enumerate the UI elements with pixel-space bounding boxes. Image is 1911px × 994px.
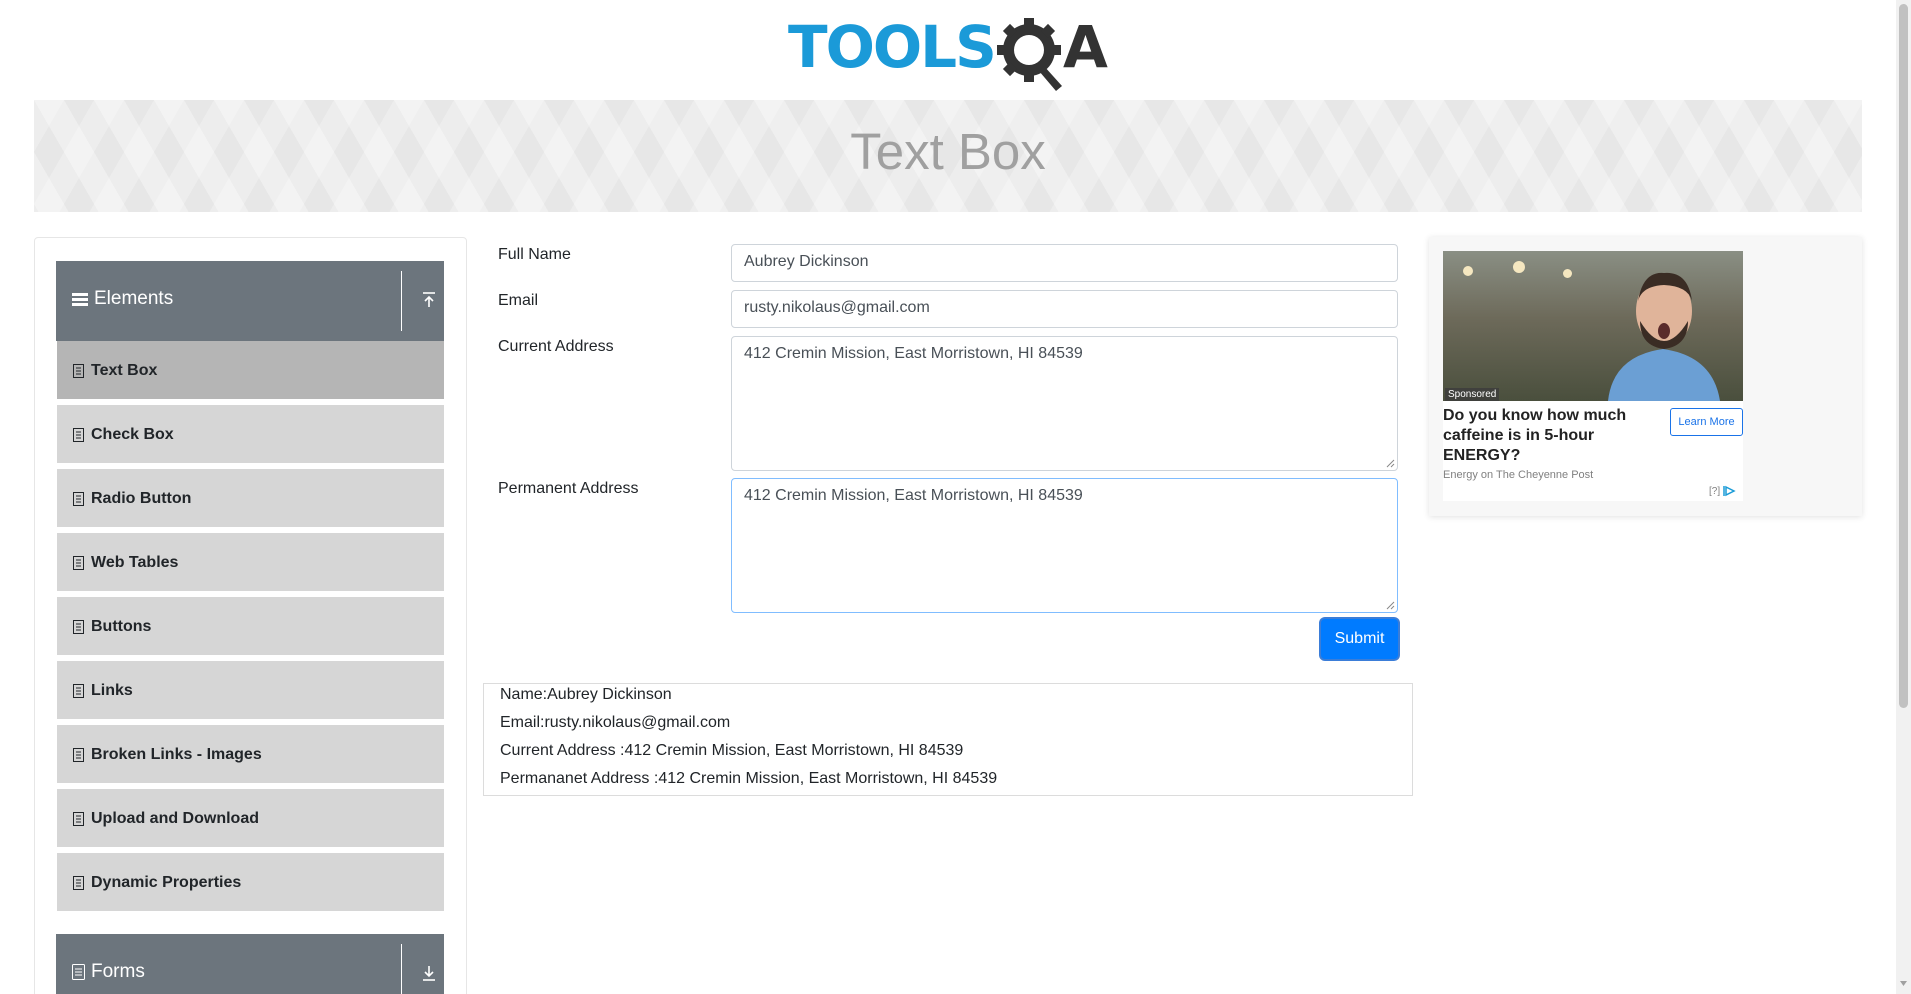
sidebar-item-broken-links[interactable]: Broken Links - Images bbox=[57, 725, 444, 786]
document-icon bbox=[72, 964, 85, 980]
list-icon bbox=[73, 556, 84, 570]
group-title-text: Elements bbox=[94, 288, 174, 309]
ad-source[interactable]: Energy on The Cheyenne Post bbox=[1443, 469, 1593, 481]
sidebar: Elements Text Box Check Box Radio Button… bbox=[34, 237, 467, 994]
logo-text: TOOLS bbox=[788, 13, 997, 81]
list-icon bbox=[73, 364, 84, 378]
group-header-elements[interactable]: Elements bbox=[56, 261, 444, 341]
scroll-down-icon[interactable] bbox=[1900, 980, 1907, 987]
ad-card[interactable]: Sponsored Do you know how much caffeine … bbox=[1443, 251, 1743, 501]
person-illustration bbox=[1608, 272, 1720, 401]
divider bbox=[401, 944, 402, 994]
sidebar-item-web-tables[interactable]: Web Tables bbox=[57, 533, 444, 594]
sidebar-item-label: Links bbox=[91, 682, 133, 699]
output-name: Name:Aubrey Dickinson bbox=[500, 686, 672, 703]
list-icon bbox=[73, 748, 84, 762]
sidebar-item-label: Dynamic Properties bbox=[91, 874, 242, 891]
sidebar-item-buttons[interactable]: Buttons bbox=[57, 597, 444, 658]
collapse-arrow-icon[interactable] bbox=[420, 291, 438, 309]
current-address-label: Current Address bbox=[498, 338, 614, 355]
ad-choices[interactable]: [?] bbox=[1709, 485, 1736, 497]
resize-grip-icon[interactable] bbox=[1386, 459, 1395, 468]
email-label: Email bbox=[498, 292, 539, 309]
full-name-input[interactable]: Aubrey Dickinson bbox=[731, 244, 1398, 282]
ad-light bbox=[1463, 266, 1473, 276]
scrollbar-thumb[interactable] bbox=[1899, 4, 1908, 708]
ad-light bbox=[1513, 261, 1525, 273]
sidebar-item-upload-download[interactable]: Upload and Download bbox=[57, 789, 444, 850]
toolsqa-logo[interactable]: TOOLS A bbox=[788, 14, 1113, 94]
page-title: Text Box bbox=[850, 123, 1046, 180]
page-banner: Text Box bbox=[34, 100, 1862, 212]
output-current-address: Current Address :412 Cremin Mission, Eas… bbox=[500, 742, 964, 759]
submit-button[interactable]: Submit bbox=[1321, 619, 1398, 659]
list-icon bbox=[73, 876, 84, 890]
sidebar-item-label: Upload and Download bbox=[91, 810, 259, 827]
current-address-textarea[interactable]: 412 Cremin Mission, East Morristown, HI … bbox=[731, 336, 1398, 471]
sidebar-item-dynamic-properties[interactable]: Dynamic Properties bbox=[57, 853, 444, 914]
full-name-label: Full Name bbox=[498, 246, 571, 263]
current-address-value: 412 Cremin Mission, East Morristown, HI … bbox=[744, 345, 1083, 362]
ad-container: Sponsored Do you know how much caffeine … bbox=[1429, 237, 1862, 516]
list-icon bbox=[73, 428, 84, 442]
divider bbox=[401, 271, 402, 331]
output-panel: Name:Aubrey Dickinson Email:rusty.nikola… bbox=[483, 683, 1413, 796]
group-title: Elements bbox=[72, 288, 173, 310]
sidebar-item-label: Broken Links - Images bbox=[91, 746, 262, 763]
output-email: Email:rusty.nikolaus@gmail.com bbox=[500, 714, 731, 731]
page-scrollbar[interactable] bbox=[1896, 0, 1911, 994]
list-icon bbox=[73, 684, 84, 698]
list-icon bbox=[73, 812, 84, 826]
ad-light bbox=[1563, 269, 1572, 278]
sidebar-item-label: Text Box bbox=[91, 362, 158, 379]
logo-letter: A bbox=[1063, 13, 1108, 81]
resize-grip-icon[interactable] bbox=[1386, 601, 1395, 610]
group-title-text: Forms bbox=[91, 961, 145, 982]
sidebar-item-label: Buttons bbox=[91, 618, 152, 635]
permanent-address-label: Permanent Address bbox=[498, 480, 639, 497]
list-icon bbox=[73, 492, 84, 506]
group-title: Forms bbox=[72, 961, 145, 983]
learn-more-button[interactable]: Learn More bbox=[1670, 408, 1743, 436]
permanent-address-value: 412 Cremin Mission, East Morristown, HI … bbox=[744, 487, 1083, 504]
ad-choices-icon bbox=[1723, 485, 1736, 497]
sidebar-item-label: Check Box bbox=[91, 426, 174, 443]
ad-choices-text: [?] bbox=[1709, 485, 1721, 497]
sidebar-item-links[interactable]: Links bbox=[57, 661, 444, 722]
sidebar-item-label: Radio Button bbox=[91, 490, 192, 507]
output-permanent-address: Permananet Address :412 Cremin Mission, … bbox=[500, 770, 998, 787]
list-icon bbox=[73, 620, 84, 634]
sidebar-item-radio-button[interactable]: Radio Button bbox=[57, 469, 444, 530]
permanent-address-textarea[interactable]: 412 Cremin Mission, East Morristown, HI … bbox=[731, 478, 1398, 613]
menu-icon bbox=[72, 292, 88, 306]
ad-headline[interactable]: Do you know how much caffeine is in 5-ho… bbox=[1443, 406, 1663, 466]
group-header-forms[interactable]: Forms bbox=[56, 934, 444, 994]
sidebar-item-check-box[interactable]: Check Box bbox=[57, 405, 444, 466]
gear-magnifier-icon bbox=[997, 18, 1062, 91]
ad-image[interactable]: Sponsored bbox=[1443, 251, 1743, 401]
expand-arrow-icon[interactable] bbox=[420, 964, 438, 982]
sponsored-badge: Sponsored bbox=[1445, 388, 1500, 401]
sidebar-item-label: Web Tables bbox=[91, 554, 179, 571]
sidebar-item-text-box[interactable]: Text Box bbox=[57, 341, 444, 402]
email-input[interactable]: rusty.nikolaus@gmail.com bbox=[731, 290, 1398, 328]
